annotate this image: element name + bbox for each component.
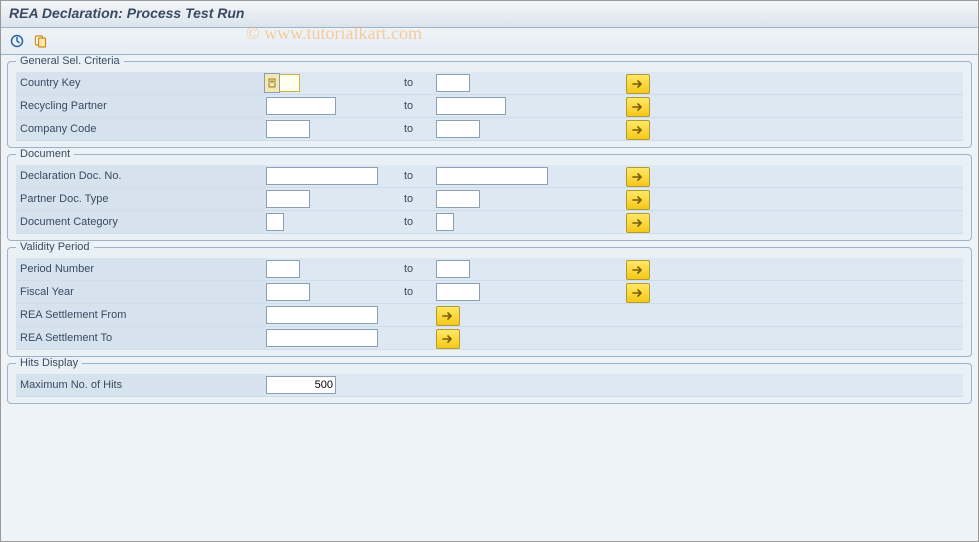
partner-doc-type-range-button[interactable] [626, 190, 650, 210]
to-label: to [396, 188, 436, 210]
settlement-from-range-button[interactable] [436, 306, 460, 326]
toolbar: © www.tutorialkart.com [1, 28, 978, 55]
row-max-hits: Maximum No. of Hits [16, 374, 963, 397]
partner-doc-type-from-input[interactable] [266, 190, 310, 208]
recycling-partner-range-button[interactable] [626, 97, 650, 117]
recycling-partner-to-input[interactable] [436, 97, 506, 115]
decl-doc-no-range-button[interactable] [626, 167, 650, 187]
to-label: to [396, 72, 436, 94]
to-label: to [396, 281, 436, 303]
fiscal-year-to-input[interactable] [436, 283, 480, 301]
fiscal-year-from-input[interactable] [266, 283, 310, 301]
label-partner-doc-type: Partner Doc. Type [16, 188, 266, 210]
doc-category-to-input[interactable] [436, 213, 454, 231]
label-recycling-partner: Recycling Partner [16, 95, 266, 117]
period-number-to-input[interactable] [436, 260, 470, 278]
row-doc-category: Document Category to [16, 211, 963, 234]
label-settlement-to: REA Settlement To [16, 327, 266, 349]
to-label: to [396, 211, 436, 233]
row-period-number: Period Number to [16, 258, 963, 281]
label-fiscal-year: Fiscal Year [16, 281, 266, 303]
to-label: to [396, 258, 436, 280]
group-title-validity: Validity Period [16, 241, 94, 253]
settlement-to-input[interactable] [266, 329, 378, 347]
country-key-to-input[interactable] [436, 74, 470, 92]
range-arrow-icon [442, 311, 454, 321]
row-decl-doc-no: Declaration Doc. No. to [16, 165, 963, 188]
fiscal-year-range-button[interactable] [626, 283, 650, 303]
get-variant-button[interactable] [31, 31, 51, 51]
range-arrow-icon [442, 334, 454, 344]
app-window: REA Declaration: Process Test Run © www.… [0, 0, 979, 542]
partner-doc-type-to-input[interactable] [436, 190, 480, 208]
company-code-to-input[interactable] [436, 120, 480, 138]
content-area: General Sel. Criteria Country Key to [1, 55, 978, 416]
max-hits-input[interactable] [266, 376, 336, 394]
label-max-hits: Maximum No. of Hits [16, 374, 266, 396]
search-help-icon [268, 78, 276, 88]
row-company-code: Company Code to [16, 118, 963, 141]
group-title-general: General Sel. Criteria [16, 55, 124, 67]
country-key-f4-button[interactable] [264, 73, 280, 93]
period-number-from-input[interactable] [266, 260, 300, 278]
settlement-from-input[interactable] [266, 306, 378, 324]
to-label: to [396, 165, 436, 187]
range-arrow-icon [632, 79, 644, 89]
group-title-document: Document [16, 148, 74, 160]
group-title-hits: Hits Display [16, 357, 82, 369]
company-code-range-button[interactable] [626, 120, 650, 140]
row-settlement-from: REA Settlement From [16, 304, 963, 327]
doc-category-range-button[interactable] [626, 213, 650, 233]
row-settlement-to: REA Settlement To [16, 327, 963, 350]
company-code-from-input[interactable] [266, 120, 310, 138]
page-title: REA Declaration: Process Test Run [1, 1, 978, 28]
execute-button[interactable] [7, 31, 27, 51]
row-fiscal-year: Fiscal Year to [16, 281, 963, 304]
label-company-code: Company Code [16, 118, 266, 140]
country-key-range-button[interactable] [626, 74, 650, 94]
clock-execute-icon [10, 34, 24, 48]
doc-category-from-input[interactable] [266, 213, 284, 231]
recycling-partner-from-input[interactable] [266, 97, 336, 115]
group-general-criteria: General Sel. Criteria Country Key to [7, 61, 972, 148]
range-arrow-icon [632, 218, 644, 228]
label-settlement-from: REA Settlement From [16, 304, 266, 326]
label-decl-doc-no: Declaration Doc. No. [16, 165, 266, 187]
period-number-range-button[interactable] [626, 260, 650, 280]
label-period-number: Period Number [16, 258, 266, 280]
range-arrow-icon [632, 195, 644, 205]
row-recycling-partner: Recycling Partner to [16, 95, 963, 118]
decl-doc-no-to-input[interactable] [436, 167, 548, 185]
group-document: Document Declaration Doc. No. to Partner… [7, 154, 972, 241]
range-arrow-icon [632, 265, 644, 275]
group-hits-display: Hits Display Maximum No. of Hits [7, 363, 972, 404]
range-arrow-icon [632, 102, 644, 112]
to-label: to [396, 95, 436, 117]
label-doc-category: Document Category [16, 211, 266, 233]
range-arrow-icon [632, 125, 644, 135]
variant-icon [34, 34, 48, 48]
label-country-key: Country Key [16, 72, 266, 94]
range-arrow-icon [632, 172, 644, 182]
row-partner-doc-type: Partner Doc. Type to [16, 188, 963, 211]
range-arrow-icon [632, 288, 644, 298]
group-validity-period: Validity Period Period Number to Fiscal … [7, 247, 972, 357]
settlement-to-range-button[interactable] [436, 329, 460, 349]
to-label: to [396, 118, 436, 140]
decl-doc-no-from-input[interactable] [266, 167, 378, 185]
row-country-key: Country Key to [16, 72, 963, 95]
